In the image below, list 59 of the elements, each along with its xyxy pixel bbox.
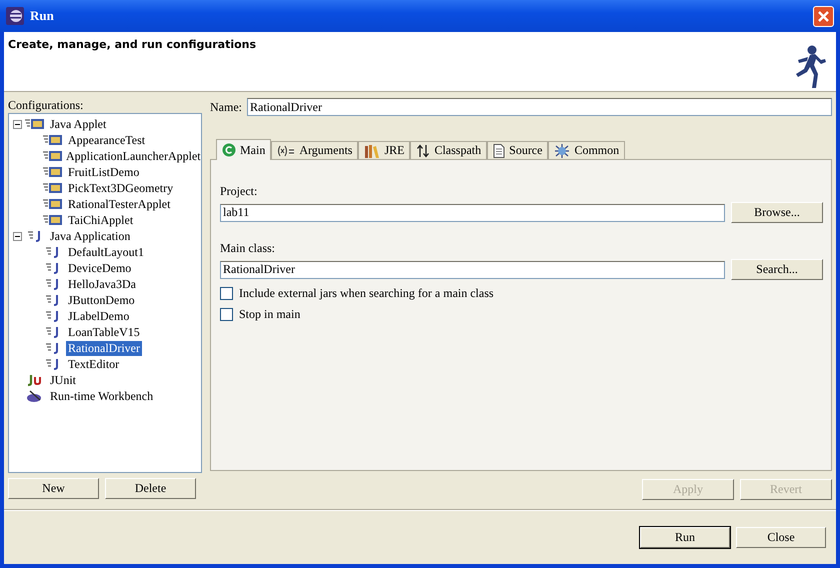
applet-icon <box>42 134 64 146</box>
books-icon <box>364 144 380 158</box>
tab[interactable]: Arguments <box>271 141 358 159</box>
name-label: Name: <box>210 100 242 114</box>
config-action-button[interactable]: New <box>8 478 99 499</box>
project-field[interactable]: lab11 <box>220 204 725 222</box>
main-class-field[interactable]: RationalDriver <box>220 260 725 278</box>
tree-item[interactable]: JUnit <box>48 372 78 388</box>
tree-item[interactable]: ApplicationLauncherApplet <box>64 148 203 164</box>
checkbox-label: Include external jars when searching for a main class <box>239 286 494 301</box>
tree-item[interactable]: PickText3DGeometry <box>66 180 176 196</box>
tab[interactable]: JRE <box>358 141 410 159</box>
tab[interactable]: Main <box>216 139 272 160</box>
checkbox-label: Stop in main <box>239 307 300 322</box>
tree-item[interactable]: DeviceDemo <box>66 260 134 276</box>
checkbox[interactable] <box>220 308 233 321</box>
tree-item[interactable]: RationalTesterApplet <box>66 196 172 212</box>
tree-item[interactable]: TaiChiApplet <box>66 212 136 228</box>
tab[interactable]: Classpath <box>410 141 488 159</box>
name-field[interactable]: RationalDriver <box>247 98 832 116</box>
header-text: Create, manage, and run configurations <box>8 38 256 51</box>
tab[interactable]: Source <box>487 141 548 159</box>
sort-arrows-icon <box>416 144 430 158</box>
browse-button[interactable]: Browse... <box>731 202 823 223</box>
close-icon <box>818 10 829 22</box>
project-label: Project: <box>220 184 258 199</box>
tree-item[interactable]: AppearanceTest <box>66 132 148 148</box>
tree-item[interactable]: FruitListDemo <box>66 164 142 180</box>
applet-icon <box>42 182 64 194</box>
tree-item[interactable]: Java Application <box>48 228 132 244</box>
class-icon <box>222 143 236 157</box>
tree-item[interactable]: TextEditor <box>66 356 122 372</box>
dialog-button[interactable]: Close <box>736 527 826 548</box>
applet-icon <box>24 118 46 130</box>
tree-item[interactable]: DefaultLayout1 <box>66 244 146 260</box>
applet-icon <box>42 214 64 226</box>
tree-item[interactable]: LoanTableV15 <box>66 324 142 340</box>
tree-item[interactable]: Java Applet <box>48 116 108 132</box>
tree-item[interactable]: HelloJava3Da <box>66 276 138 292</box>
main-class-label: Main class: <box>220 241 276 256</box>
tree-item[interactable]: Run-time Workbench <box>48 388 156 404</box>
configurations-label: Configurations: <box>8 98 84 113</box>
search-button[interactable]: Search... <box>731 259 823 280</box>
close-button[interactable] <box>813 6 834 26</box>
config-action-button[interactable]: Delete <box>105 478 196 499</box>
document-icon <box>493 144 506 158</box>
applet-icon <box>42 198 64 210</box>
tree-item[interactable]: RationalDriver <box>66 340 142 356</box>
window-title: Run <box>30 8 54 24</box>
applet-icon <box>42 150 64 162</box>
tree-item[interactable]: JButtonDemo <box>66 292 137 308</box>
applet-icon <box>42 166 64 178</box>
collapse-toggle-icon[interactable] <box>13 232 22 240</box>
checkbox[interactable] <box>220 287 233 300</box>
tab[interactable]: Common <box>548 141 626 159</box>
dialog-button[interactable]: Run <box>640 527 730 548</box>
tree-item[interactable]: JLabelDemo <box>66 308 132 324</box>
collapse-toggle-icon[interactable] <box>13 120 22 128</box>
variable-icon <box>277 144 296 156</box>
